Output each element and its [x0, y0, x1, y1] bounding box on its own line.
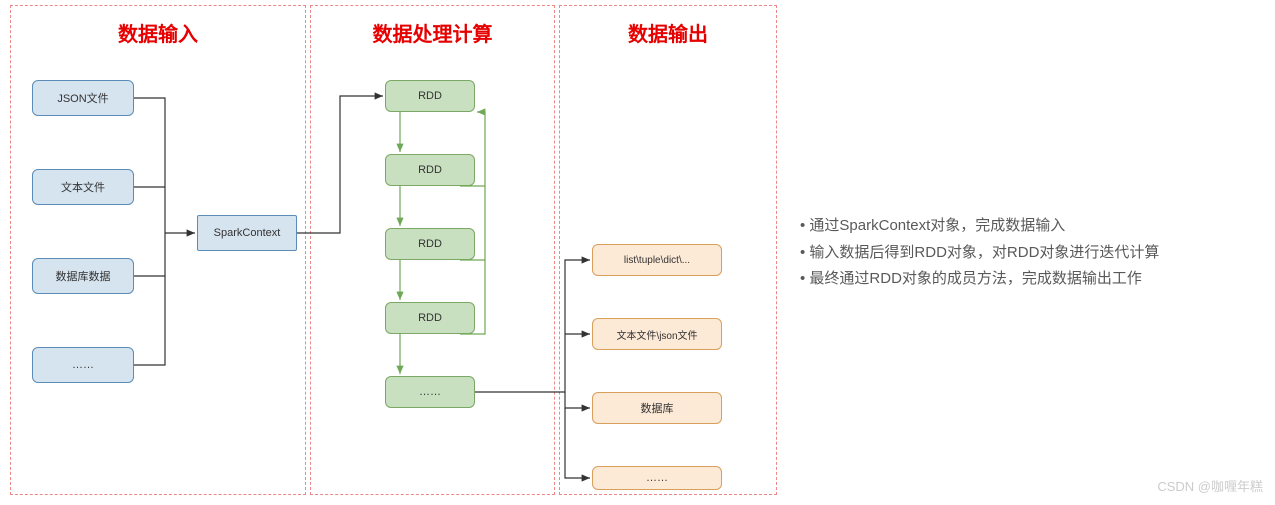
rdd-more: …… — [385, 376, 475, 408]
output-files: 文本文件\json文件 — [592, 318, 722, 350]
note-item: 最终通过RDD对象的成员方法，完成数据输出工作 — [800, 268, 1159, 291]
output-more: …… — [592, 466, 722, 490]
spark-context: SparkContext — [197, 215, 297, 251]
rdd-0: RDD — [385, 80, 475, 112]
note-item: 通过SparkContext对象，完成数据输入 — [800, 215, 1159, 238]
rdd-3: RDD — [385, 302, 475, 334]
section-output-title: 数据输出 — [560, 18, 776, 47]
input-text: 文本文件 — [32, 169, 134, 205]
rdd-1: RDD — [385, 154, 475, 186]
section-process-title: 数据处理计算 — [311, 18, 554, 47]
diagram-container: 数据输入 数据处理计算 数据输出 JSON文件 文本文件 数据库数据 …… Sp… — [10, 5, 785, 495]
input-more: …… — [32, 347, 134, 383]
note-item: 输入数据后得到RDD对象，对RDD对象进行迭代计算 — [800, 242, 1159, 265]
notes-list: 通过SparkContext对象，完成数据输入 输入数据后得到RDD对象，对RD… — [800, 215, 1159, 295]
input-json: JSON文件 — [32, 80, 134, 116]
section-input-title: 数据输入 — [11, 18, 305, 47]
output-db: 数据库 — [592, 392, 722, 424]
input-db: 数据库数据 — [32, 258, 134, 294]
rdd-2: RDD — [385, 228, 475, 260]
watermark: CSDN @咖喱年糕 — [1157, 476, 1263, 495]
output-collections: list\tuple\dict\... — [592, 244, 722, 276]
